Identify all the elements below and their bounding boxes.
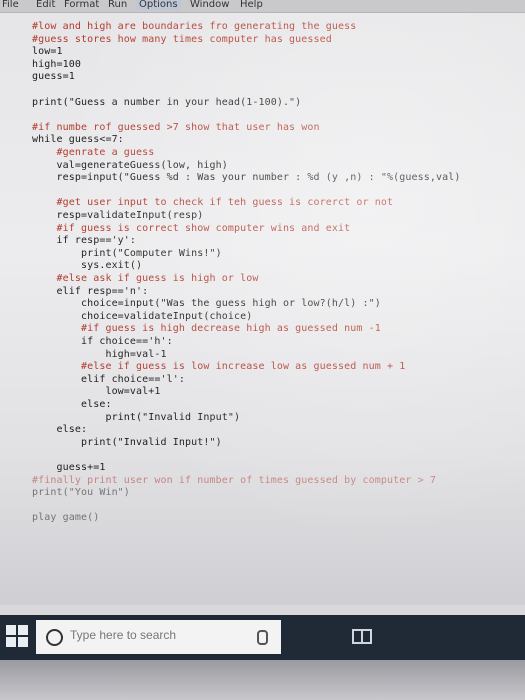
code-line[interactable]: if resp=='y': [32,235,136,247]
code-line[interactable]: low=val+1 [32,386,161,398]
search-circle-icon [46,629,63,646]
code-line[interactable]: guess+=1 [32,462,105,474]
code-line[interactable]: #else ask if guess is high or low [32,273,258,285]
code-line[interactable]: #else if guess is low increase low as gu… [32,361,405,373]
code-line[interactable]: choice=validateInput(choice) [32,311,252,323]
menu-format[interactable]: Format [64,0,99,10]
code-line[interactable]: print("Invalid Input") [32,412,240,424]
code-line[interactable]: else: [32,399,112,411]
menu-edit[interactable]: Edit [36,0,55,10]
microphone-icon[interactable] [257,630,268,645]
code-line[interactable]: #get user input to check if teh guess is… [32,197,393,209]
windows-start-icon[interactable] [6,625,28,647]
code-line[interactable]: print("Computer Wins!") [32,248,222,260]
code-line[interactable]: #genrate a guess [32,147,154,159]
code-line[interactable]: #if numbe rof guessed >7 show that user … [32,122,320,134]
code-line[interactable]: guess=1 [32,71,75,83]
code-line[interactable]: while guess<=7: [32,134,124,146]
code-line[interactable]: elif resp=='n': [32,286,148,298]
taskbar-search-box[interactable]: Type here to search [36,620,281,654]
task-view-icon[interactable] [352,626,372,644]
code-line[interactable]: play game() [32,512,99,524]
code-line[interactable]: #guess stores how many times computer ha… [32,34,332,46]
code-line[interactable]: val=generateGuess(low, high) [32,160,228,172]
code-line[interactable]: print("Invalid Input!") [32,437,222,449]
menu-help[interactable]: Help [240,0,263,10]
code-line[interactable]: #low and high are boundaries fro generat… [32,21,356,33]
code-line[interactable]: print("You Win") [32,487,130,499]
menu-file[interactable]: File [2,0,19,10]
code-line[interactable]: high=100 [32,59,81,71]
search-placeholder: Type here to search [70,628,177,642]
code-line[interactable]: resp=validateInput(resp) [32,210,203,222]
code-line[interactable]: high=val-1 [32,349,167,361]
code-line[interactable]: #if guess is high decrease high as guess… [32,323,381,335]
code-line[interactable]: print("Guess a number in your head(1-100… [32,97,301,109]
code-line[interactable]: low=1 [32,46,63,58]
code-line[interactable]: if choice=='h': [32,336,173,348]
code-line[interactable]: else: [32,424,87,436]
code-editor[interactable]: #low and high are boundaries fro generat… [0,13,525,605]
monitor-bezel [0,660,525,700]
code-line[interactable]: #if guess is correct show computer wins … [32,223,350,235]
menu-window[interactable]: Window [190,0,229,10]
menu-options[interactable]: Options [136,0,181,10]
code-line[interactable]: elif choice=='l': [32,374,185,386]
code-line[interactable]: #finally print user won if number of tim… [32,475,436,487]
menu-bar: File Edit Format Run Options Window Help [0,0,525,13]
code-line[interactable]: sys.exit() [32,260,142,272]
menu-run[interactable]: Run [108,0,127,10]
code-line[interactable]: choice=input("Was the guess high or low?… [32,298,381,310]
code-line[interactable]: resp=input("Guess %d : Was your number :… [32,172,460,184]
windows-taskbar: Type here to search [0,615,525,660]
